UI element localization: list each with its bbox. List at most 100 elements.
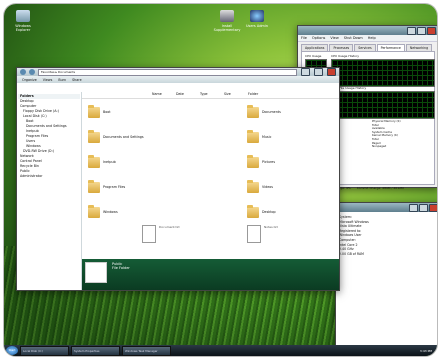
folder-label: Music (262, 135, 272, 139)
folder-item[interactable]: Program Files (88, 178, 146, 196)
file-item[interactable]: Notes.txt (247, 225, 307, 247)
taskbar-button[interactable]: Windows Task Manager (122, 345, 171, 356)
file-item[interactable]: Document.txt (142, 225, 202, 247)
desktop-icon-label: Windows Explorer (15, 24, 31, 32)
start-button[interactable]: Start (6, 346, 18, 355)
folder-icon (247, 204, 259, 218)
taskbar-button[interactable]: System Properties (71, 345, 120, 356)
back-button[interactable] (20, 69, 26, 75)
tab-performance[interactable]: Performance (376, 44, 405, 51)
folder-item[interactable]: Videos (247, 178, 305, 196)
toolbar-views[interactable]: Views (43, 78, 53, 82)
menu-item-options[interactable]: Options (312, 36, 326, 40)
tab-services[interactable]: Services (354, 44, 376, 51)
status-commit: Commit Charge: 489M / 2012M (356, 186, 404, 190)
folder-icon (247, 154, 259, 168)
system-info: System: Microsoft Windows Vista Ultimate… (336, 212, 437, 259)
folder-icon (247, 129, 259, 143)
tab-networking[interactable]: Networking (405, 44, 433, 51)
folder-icon (247, 179, 259, 193)
graph-label: CPU Usage History (331, 54, 360, 58)
menu-item-help[interactable]: Help (368, 36, 376, 40)
folder-item[interactable]: Music (247, 128, 305, 146)
folder-icon (88, 104, 100, 118)
menu-bar: File Options View Shut Down Help (298, 35, 437, 42)
folder-item[interactable]: Documents and Settings (88, 128, 146, 146)
graph-label: Page File Usage History (331, 86, 367, 90)
forward-button[interactable] (29, 69, 35, 75)
column-name[interactable]: Name (152, 92, 176, 98)
explorer-body: Folders Desktop Computer Floppy Disk Dri… (17, 92, 339, 290)
desktop-icon-label: Users Admin (245, 24, 269, 28)
close-button[interactable] (327, 68, 336, 76)
folder-icon (88, 154, 100, 168)
computer-icon (16, 10, 30, 22)
folder-item[interactable]: Documents (247, 103, 305, 121)
explorer-window[interactable]: Favorites ▸ Documents Organize Views Bur… (16, 67, 340, 291)
cpu-history-box: CPU Usage History (331, 54, 435, 87)
toolbar-organize[interactable]: Organize (22, 78, 37, 82)
minimize-button[interactable] (301, 68, 310, 76)
column-date[interactable]: Date (176, 92, 200, 98)
clock: 3:43 PM (419, 348, 432, 353)
folder-label: Program Files (103, 185, 126, 189)
toolbar-share[interactable]: Share (72, 78, 82, 82)
folder-icon (88, 129, 100, 143)
taskbar-button[interactable]: Local Disk (C:) (20, 345, 69, 356)
close-button[interactable] (429, 203, 437, 212)
close-button[interactable] (427, 26, 436, 35)
folder-label: Pictures (262, 160, 276, 164)
desktop-icon-users[interactable]: Users Admin (242, 10, 272, 28)
menu-item-shutdown[interactable]: Shut Down (344, 36, 363, 40)
minimize-button[interactable] (407, 26, 416, 35)
minimize-button[interactable] (409, 203, 418, 212)
toolbar-burn[interactable]: Burn (58, 78, 66, 82)
desktop-icon-explorer[interactable]: Windows Explorer (8, 10, 38, 32)
pf-history-box: Page File Usage History (331, 86, 435, 119)
folder-item[interactable]: Inetpub (88, 153, 146, 171)
address-bar-row: Favorites ▸ Documents (17, 68, 339, 76)
tab-applications[interactable]: Applications (301, 44, 329, 51)
nav-item[interactable]: Administrator (18, 174, 80, 179)
folder-item[interactable]: Boot (88, 103, 146, 121)
folder-item[interactable]: Desktop (247, 203, 305, 221)
folder-label: Desktop (262, 210, 276, 214)
folder-icon (88, 179, 100, 193)
sys-line: 2.00 GB of RAM (339, 251, 364, 256)
titlebar[interactable] (298, 26, 437, 35)
column-header-row: Name Date Type Size Folder (82, 92, 339, 99)
maximize-button[interactable] (314, 68, 323, 76)
address-field[interactable]: Favorites ▸ Documents (38, 68, 297, 76)
folder-thumbnail (85, 262, 107, 283)
folder-item[interactable]: Pictures (247, 153, 305, 171)
tab-processes[interactable]: Processes (329, 44, 354, 51)
folder-icon (247, 104, 259, 118)
stats-right: Physical Memory (K) Total Available Syst… (372, 119, 432, 149)
details-type: File Folder (112, 266, 130, 270)
system-properties-window[interactable]: System: Microsoft Windows Vista Ultimate… (335, 202, 437, 354)
menu-item-file[interactable]: File (301, 36, 307, 40)
folder-label: Videos (262, 185, 273, 189)
folder-label: Boot (103, 110, 111, 114)
column-size[interactable]: Size (224, 92, 248, 98)
folder-label: Windows (103, 210, 118, 214)
globe-icon (250, 10, 264, 22)
details-pane: Public File Folder (82, 259, 339, 290)
maximize-button[interactable] (417, 26, 426, 35)
graph-label: CPU Usage (305, 54, 322, 58)
maximize-button[interactable] (419, 203, 428, 212)
stat-label: Nonpaged (372, 144, 387, 149)
column-type[interactable]: Type (200, 92, 224, 98)
folder-label: Documents (262, 110, 281, 114)
titlebar[interactable] (336, 203, 437, 212)
document-icon (142, 225, 156, 243)
desktop-icon-label: Install Supplementary (213, 24, 241, 32)
folder-label: Documents and Settings (103, 135, 144, 139)
desktop-icon-install[interactable]: Install Supplementary (212, 10, 242, 32)
tab-strip: Applications Processes Services Performa… (298, 42, 437, 51)
pf-history-graph (331, 91, 435, 119)
folder-item[interactable]: Windows (88, 203, 146, 221)
folder-label: Inetpub (103, 160, 116, 164)
menu-item-view[interactable]: View (330, 36, 338, 40)
column-folder[interactable]: Folder (248, 92, 272, 98)
